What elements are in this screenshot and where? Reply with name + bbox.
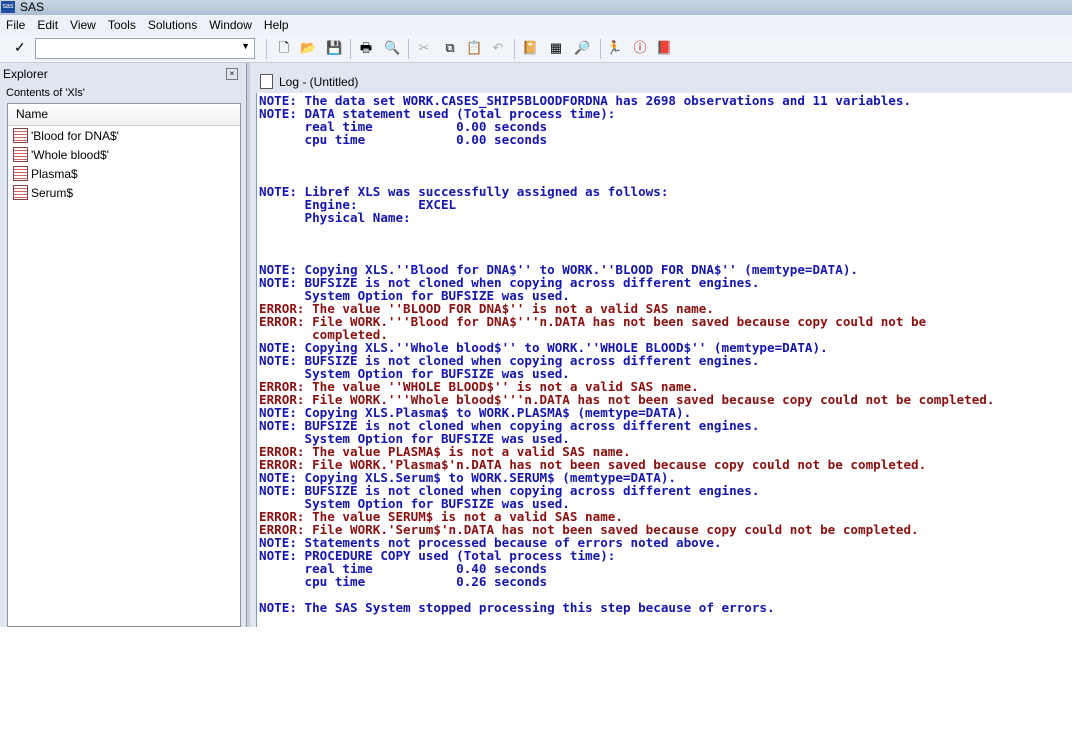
list-item[interactable]: 'Whole blood$' bbox=[8, 145, 240, 164]
sas-explorer-icon[interactable]: ▦ bbox=[548, 40, 564, 56]
menu-edit[interactable]: Edit bbox=[31, 15, 64, 35]
save-icon[interactable]: 💾 bbox=[326, 40, 342, 56]
log-document-icon bbox=[260, 74, 273, 89]
log-body[interactable]: NOTE: The data set WORK.CASES_SHIP5BLOOD… bbox=[256, 93, 1072, 627]
separator bbox=[514, 39, 515, 59]
separator bbox=[350, 39, 351, 59]
print-icon[interactable]: 🖶 bbox=[358, 40, 374, 56]
paste-icon[interactable]: 📋 bbox=[466, 40, 482, 56]
copy-icon[interactable]: ⧉ bbox=[442, 40, 458, 56]
table-icon bbox=[13, 128, 28, 143]
explorer-list: Name 'Blood for DNA$' 'Whole blood$' Pla… bbox=[7, 103, 241, 627]
log-window: Log - (Untitled) NOTE: The data set WORK… bbox=[250, 63, 1072, 627]
column-header-name[interactable]: Name bbox=[8, 104, 240, 126]
list-item[interactable]: Serum$ bbox=[8, 183, 240, 202]
cut-icon[interactable]: ✂ bbox=[416, 40, 432, 56]
explorer-title: Explorer bbox=[3, 67, 48, 81]
title-bar: sas SAS bbox=[0, 0, 1072, 15]
menu-view[interactable]: View bbox=[64, 15, 102, 35]
table-icon bbox=[13, 166, 28, 181]
table-icon bbox=[13, 147, 28, 162]
menu-tools[interactable]: Tools bbox=[102, 15, 142, 35]
log-note-line bbox=[259, 146, 994, 159]
separator bbox=[600, 39, 601, 59]
new-icon[interactable]: 🗋 bbox=[276, 40, 292, 56]
log-note-line bbox=[259, 224, 994, 237]
print-preview-icon[interactable]: 🔍 bbox=[384, 40, 400, 56]
sas-logo-icon: sas bbox=[1, 1, 15, 13]
query-icon[interactable]: 🔎 bbox=[574, 40, 590, 56]
help-book-icon[interactable]: 📕 bbox=[656, 40, 672, 56]
open-icon[interactable]: 📂 bbox=[300, 40, 316, 56]
item-label: 'Blood for DNA$' bbox=[31, 128, 119, 143]
log-note-line: Physical Name: bbox=[259, 210, 411, 225]
menu-window[interactable]: Window bbox=[203, 15, 258, 35]
new-library-icon[interactable]: 📔 bbox=[522, 40, 538, 56]
separator bbox=[266, 39, 267, 59]
submit-check-icon[interactable]: ✓ bbox=[14, 39, 26, 56]
undo-icon[interactable]: ↶ bbox=[490, 40, 506, 56]
log-title-bar: Log - (Untitled) bbox=[260, 74, 358, 89]
menu-bar: File Edit View Tools Solutions Window He… bbox=[0, 15, 1072, 35]
log-note-line: cpu time 0.00 seconds bbox=[259, 132, 548, 147]
contents-label: Contents of 'Xls' bbox=[6, 87, 85, 99]
command-box[interactable]: ▼ bbox=[35, 38, 255, 59]
chevron-down-icon[interactable]: ▼ bbox=[241, 41, 250, 51]
explorer-panel: Explorer × Contents of 'Xls' Name 'Blood… bbox=[0, 63, 247, 627]
list-item[interactable]: 'Blood for DNA$' bbox=[8, 126, 240, 145]
log-note-line bbox=[259, 237, 994, 250]
log-lines: NOTE: The data set WORK.CASES_SHIP5BLOOD… bbox=[259, 94, 994, 614]
menu-solutions[interactable]: Solutions bbox=[142, 15, 203, 35]
list-item[interactable]: Plasma$ bbox=[8, 164, 240, 183]
log-note-line: cpu time 0.26 seconds bbox=[259, 574, 548, 589]
menu-help[interactable]: Help bbox=[258, 15, 295, 35]
item-label: Plasma$ bbox=[31, 166, 78, 181]
log-title: Log - (Untitled) bbox=[279, 74, 359, 89]
break-icon[interactable]: ⓘ bbox=[632, 40, 648, 56]
run-icon[interactable]: 🏃 bbox=[606, 40, 622, 56]
toolbar: ✓ ▼ 🗋 📂 💾 🖶 🔍 ✂ ⧉ 📋 ↶ 📔 ▦ 🔎 🏃 ⓘ 📕 bbox=[0, 35, 1072, 63]
app-title: SAS bbox=[20, 0, 45, 14]
close-icon[interactable]: × bbox=[226, 68, 238, 80]
log-note-line bbox=[259, 159, 994, 172]
separator bbox=[408, 39, 409, 59]
menu-file[interactable]: File bbox=[0, 15, 31, 35]
table-icon bbox=[13, 185, 28, 200]
item-label: Serum$ bbox=[31, 185, 74, 200]
item-label: 'Whole blood$' bbox=[31, 147, 109, 162]
log-note-line: NOTE: The SAS System stopped processing … bbox=[259, 600, 775, 615]
